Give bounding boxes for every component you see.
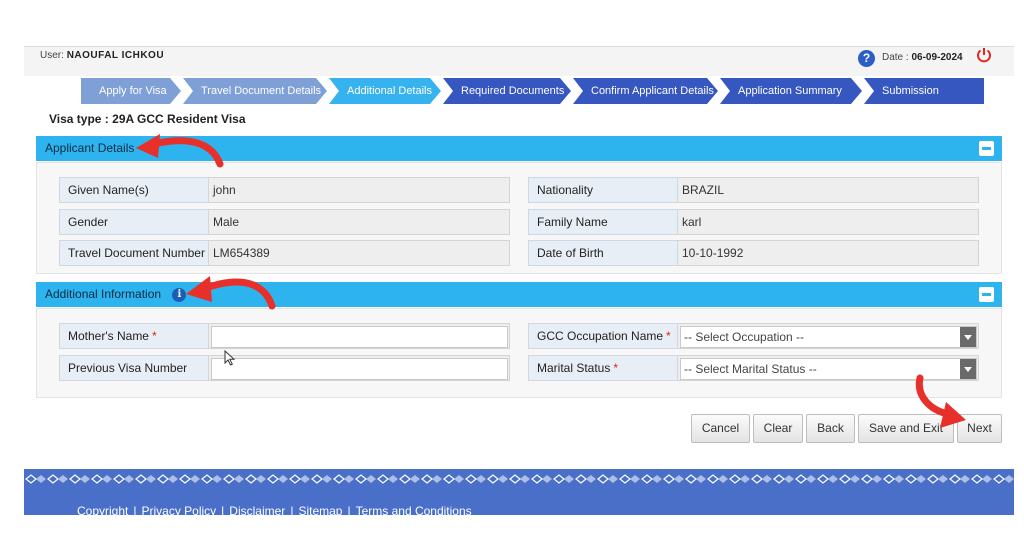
given-name-field: Given Name(s) john (59, 177, 510, 203)
footer-links: Copyright | Privacy Policy | Disclaimer | Site… (77, 504, 472, 518)
gender-label: Gender (59, 209, 209, 235)
power-icon[interactable] (976, 47, 992, 63)
family-name-label: Family Name (528, 209, 678, 235)
date-of-birth-value: 10-10-1992 (678, 240, 979, 266)
family-name-value: karl (678, 209, 979, 235)
footer-link-disclaimer[interactable]: Disclaimer (229, 504, 285, 518)
previous-visa-number-input[interactable] (211, 358, 508, 380)
user-info: User: NAOUFAL ICHKOU (40, 50, 164, 61)
gcc-occupation-label-text: GCC Occupation Name (537, 329, 664, 343)
cancel-button[interactable]: Cancel (691, 414, 750, 443)
wizard-step[interactable]: Additional Details (329, 78, 441, 104)
required-mark: * (666, 329, 671, 343)
wizard-step[interactable]: Apply for Visa (81, 78, 181, 104)
cursor-icon (224, 350, 236, 366)
gcc-occupation-field: GCC Occupation Name * -- Select Occupatio… (528, 323, 979, 349)
date-value: 06-09-2024 (911, 52, 963, 63)
user-name: NAOUFAL ICHKOU (66, 50, 165, 61)
required-mark: * (613, 361, 619, 375)
visa-type: Visa type : 29A GCC Resident Visa (49, 112, 246, 126)
additional-information-panel: Mother's Name * GCC Occupation Name * -- S… (36, 308, 1002, 398)
help-icon[interactable]: ? (858, 50, 875, 67)
additional-information-title: Additional Information (45, 287, 162, 301)
visa-application-page: User: NAOUFAL ICHKOU ? Date : 06-09-2024… (24, 46, 1014, 558)
annotation-arrow-icon (186, 276, 276, 310)
additional-information-header[interactable]: Additional Information i (36, 282, 1002, 307)
marital-status-label-text: Marital Status (537, 361, 611, 375)
footer-link-terms-and-conditions[interactable]: Terms and Conditions (356, 504, 472, 518)
annotation-arrow-icon (136, 134, 224, 168)
marital-status-selected: -- Select Marital Status -- (684, 362, 817, 376)
previous-visa-number-label: Previous Visa Number (59, 355, 209, 381)
wizard-step[interactable]: Travel Document Details (183, 78, 327, 104)
previous-visa-number-cell (209, 355, 510, 381)
collapse-icon[interactable] (979, 141, 994, 156)
collapse-icon[interactable] (979, 287, 994, 302)
footer-separator: | (221, 504, 225, 518)
footer-link-sitemap[interactable]: Sitemap (298, 504, 342, 518)
applicant-details-title: Applicant Details (45, 141, 135, 155)
nationality-field: Nationality BRAZIL (528, 177, 979, 203)
wizard-step[interactable]: Confirm Applicant Details (573, 78, 718, 104)
wizard-step-label: Travel Document Details (201, 85, 322, 97)
footer: Copyright | Privacy Policy | Disclaimer | Site… (24, 489, 1014, 518)
mothers-name-label-text: Mother's Name (68, 329, 149, 343)
gcc-occupation-cell: -- Select Occupation -- (678, 323, 979, 349)
footer-link-privacy-policy[interactable]: Privacy Policy (141, 504, 216, 518)
travel-document-number-value: LM654389 (209, 240, 510, 266)
family-name-field: Family Name karl (528, 209, 979, 235)
required-mark: * (151, 329, 157, 343)
footer-separator: | (347, 504, 351, 518)
date-of-birth-field: Date of Birth 10-10-1992 (528, 240, 979, 266)
wizard-step-label: Apply for Visa (99, 85, 167, 97)
date-display: Date : 06-09-2024 (882, 52, 963, 63)
footer-separator: | (133, 504, 137, 518)
wizard-step-label: Submission Summary (882, 85, 939, 123)
chevron-down-icon[interactable] (960, 327, 976, 347)
applicant-details-panel: Given Name(s) john Nationality BRAZIL Ge… (36, 162, 1002, 274)
date-label: Date : (882, 52, 909, 63)
back-button[interactable]: Back (806, 414, 855, 443)
gender-field: Gender Male (59, 209, 510, 235)
mothers-name-label: Mother's Name * (59, 323, 209, 349)
annotation-arrow-icon (915, 374, 966, 428)
travel-document-number-label: Travel Document Number (59, 240, 209, 266)
wizard-step[interactable]: Required Documents (443, 78, 571, 104)
wizard-step-label: Required Documents (461, 85, 565, 97)
user-bar: User: NAOUFAL ICHKOU ? Date : 06-09-2024 (24, 46, 1014, 76)
wizard-step-label: Application Summary (738, 85, 842, 97)
wizard-step-label: Additional Details (347, 85, 432, 97)
nationality-value: BRAZIL (678, 177, 979, 203)
footer-decoration (24, 469, 1014, 489)
nationality-label: Nationality (528, 177, 678, 203)
wizard-step[interactable]: Submission Summary (864, 78, 984, 123)
previous-visa-number-field: Previous Visa Number (59, 355, 510, 381)
clear-button[interactable]: Clear (753, 414, 803, 443)
given-name-label: Given Name(s) (59, 177, 209, 203)
date-of-birth-label: Date of Birth (528, 240, 678, 266)
mothers-name-input[interactable] (211, 326, 508, 348)
mothers-name-field: Mother's Name * (59, 323, 510, 349)
wizard-steps: Apply for Visa Travel Document Details Add… (81, 78, 986, 123)
wizard-step-label: Confirm Applicant Details (591, 85, 714, 97)
marital-status-label: Marital Status * (528, 355, 678, 381)
gcc-occupation-select[interactable]: -- Select Occupation -- (680, 326, 977, 348)
footer-link-copyright[interactable]: Copyright (77, 504, 128, 518)
given-name-value: john (209, 177, 510, 203)
user-label: User: (40, 50, 64, 61)
footer-separator: | (290, 504, 294, 518)
wizard-step[interactable]: Application Summary (720, 78, 862, 104)
gcc-occupation-label: GCC Occupation Name * (528, 323, 678, 349)
mothers-name-cell (209, 323, 510, 349)
travel-document-number-field: Travel Document Number LM654389 (59, 240, 510, 266)
ornament-pattern-icon (24, 473, 1014, 485)
gender-value: Male (209, 209, 510, 235)
gcc-occupation-selected: -- Select Occupation -- (684, 330, 805, 344)
